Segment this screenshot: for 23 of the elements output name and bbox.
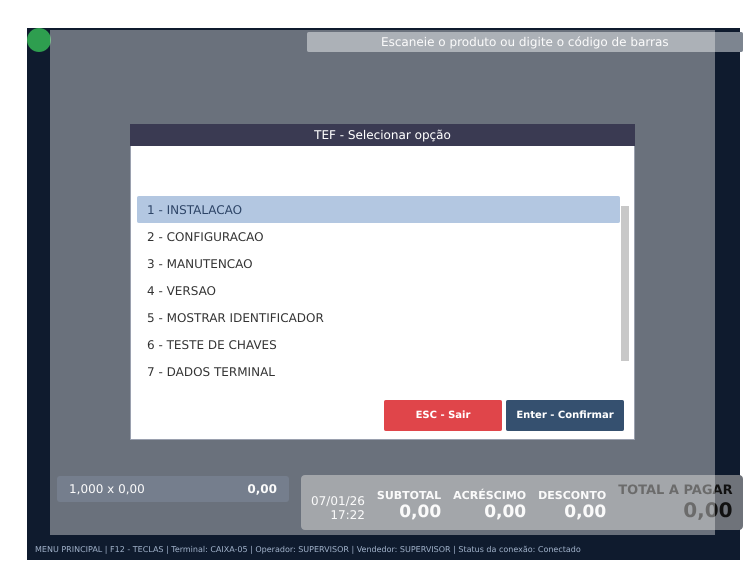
time-text: 17:22 (330, 508, 365, 522)
option-item[interactable]: 2 - CONFIGURACAO (137, 223, 620, 250)
total-value: 0,00 (399, 502, 442, 522)
status-text: MENU PRINCIPAL | F12 - TECLAS | Terminal: CAIXA-05 | Operador: SUPERVISOR | Vendedor: SUPERVISOR | Status da conexão: Conectado (35, 545, 581, 555)
option-item[interactable]: 6 - TESTE DE CHAVES (137, 331, 620, 358)
option-item[interactable]: 4 - VERSAO (137, 277, 620, 304)
total-label: SUBTOTAL (376, 489, 442, 502)
total-value: 0,00 (683, 498, 733, 522)
option-item[interactable]: 7 - DADOS TERMINAL (137, 358, 620, 385)
option-item[interactable]: 3 - MANUTENCAO (137, 250, 620, 277)
option-item[interactable]: 1 - INSTALACAO (137, 196, 620, 223)
total-label: DESCONTO (538, 489, 606, 502)
item-amount: 0,00 (247, 482, 277, 496)
item-quantity: 1,000 x 0,00 (69, 482, 145, 496)
total-value: 0,00 (484, 502, 526, 522)
total-label: ACRÉSCIMO (453, 489, 526, 502)
total-label: TOTAL A PAGAR (618, 483, 733, 498)
date-text: 07/01/26 (311, 494, 365, 508)
confirm-button[interactable]: Enter - Confirmar (506, 400, 624, 431)
option-item[interactable]: 5 - MOSTRAR IDENTIFICADOR (137, 304, 620, 331)
dialog-title: TEF - Selecionar opção (130, 124, 635, 146)
total-value: 0,00 (564, 502, 606, 522)
cancel-button[interactable]: ESC - Sair (384, 400, 502, 431)
